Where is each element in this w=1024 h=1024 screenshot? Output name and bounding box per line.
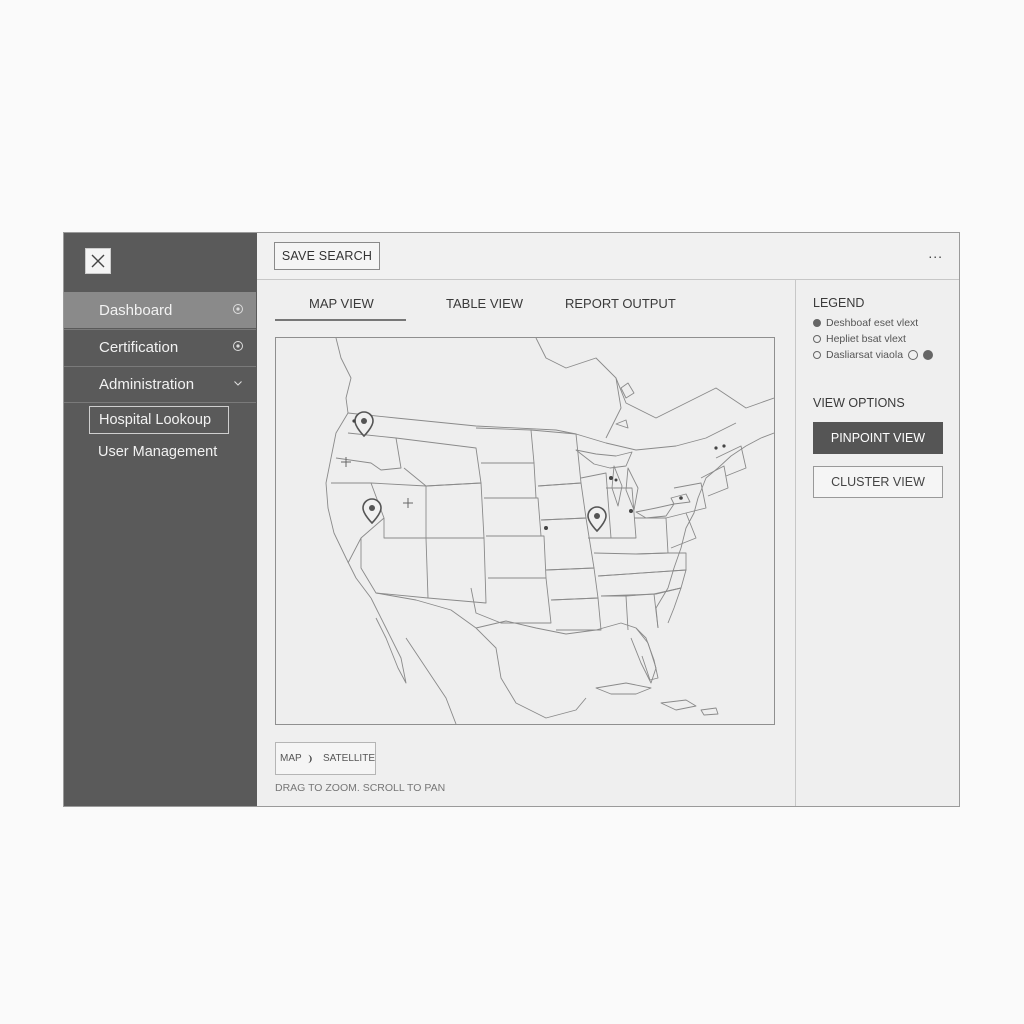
map-canvas[interactable]	[275, 337, 775, 725]
map-pin-icon[interactable]	[362, 498, 382, 525]
radio-icon	[233, 304, 243, 314]
legend-item-label: Dasliarsat viaola	[826, 349, 904, 361]
sidebar-item-label: Dashboard	[99, 301, 173, 319]
sidebar-subitem-hospital-lookup[interactable]: Hospital Lookoup	[89, 406, 229, 434]
toggle-switch-icon	[307, 754, 312, 763]
tab-report-output[interactable]: REPORT OUTPUT	[565, 296, 676, 311]
pinpoint-view-button[interactable]: PINPOINT VIEW	[813, 422, 943, 454]
legend-title: LEGEND	[813, 296, 865, 310]
close-button[interactable]	[85, 248, 111, 274]
chevron-down-icon	[234, 381, 242, 386]
more-options-button[interactable]: ...	[928, 245, 943, 261]
legend-item: Hepliet bsat vlext	[813, 333, 906, 345]
sidebar-item-label: Administration	[99, 375, 195, 393]
app-window: Dashboard Certification Administration H…	[63, 232, 960, 807]
map-satellite-toggle[interactable]: MAP SATELLITE	[275, 742, 376, 775]
empty-dot-icon	[813, 351, 821, 359]
cluster-view-button[interactable]: CLUSTER VIEW	[813, 466, 943, 498]
sidebar-item-certification[interactable]: Certification	[64, 329, 256, 365]
legend-item: Deshboaf eset vlext	[813, 317, 918, 329]
view-options-title: VIEW OPTIONS	[813, 396, 905, 410]
legend-item: Dasliarsat viaola	[813, 349, 938, 361]
us-map	[325, 338, 774, 724]
map-hint-text: DRAG TO ZOOM. SCROLL TO PAN	[275, 782, 446, 794]
right-panel: LEGEND Deshboaf eset vlext Hepliet bsat …	[795, 279, 959, 806]
sidebar-subitem-label: Hospital Lookoup	[99, 412, 212, 428]
filled-dot-icon	[923, 350, 934, 360]
empty-dot-icon	[908, 350, 919, 360]
legend-item-label: Deshboaf eset vlext	[826, 317, 919, 329]
sidebar-subitem-label: User Management	[98, 444, 218, 460]
sidebar-item-dashboard[interactable]: Dashboard	[64, 292, 256, 328]
sidebar-subitem-user-management[interactable]: User Management	[89, 438, 229, 466]
map-pin-icon[interactable]	[587, 506, 607, 533]
sidebar: Dashboard Certification Administration H…	[64, 233, 257, 806]
map-pin-icon[interactable]	[354, 411, 374, 438]
divider	[64, 402, 256, 403]
legend-item-label: Hepliet bsat vlext	[826, 333, 906, 345]
top-toolbar: SAVE SEARCH ...	[257, 233, 959, 280]
radio-icon	[233, 341, 243, 351]
tab-table-view[interactable]: TABLE VIEW	[446, 296, 523, 311]
sidebar-item-label: Certification	[99, 338, 179, 356]
sidebar-item-administration[interactable]: Administration	[64, 366, 256, 402]
save-search-button[interactable]: SAVE SEARCH	[274, 242, 380, 270]
toggle-satellite-label: SATELLITE	[322, 753, 375, 764]
filled-dot-icon	[813, 319, 821, 327]
active-tab-indicator	[275, 319, 406, 321]
close-icon	[91, 254, 105, 268]
tab-map-view[interactable]: MAP VIEW	[309, 296, 374, 311]
toggle-map-label: MAP	[280, 753, 302, 764]
empty-dot-icon	[813, 335, 821, 343]
